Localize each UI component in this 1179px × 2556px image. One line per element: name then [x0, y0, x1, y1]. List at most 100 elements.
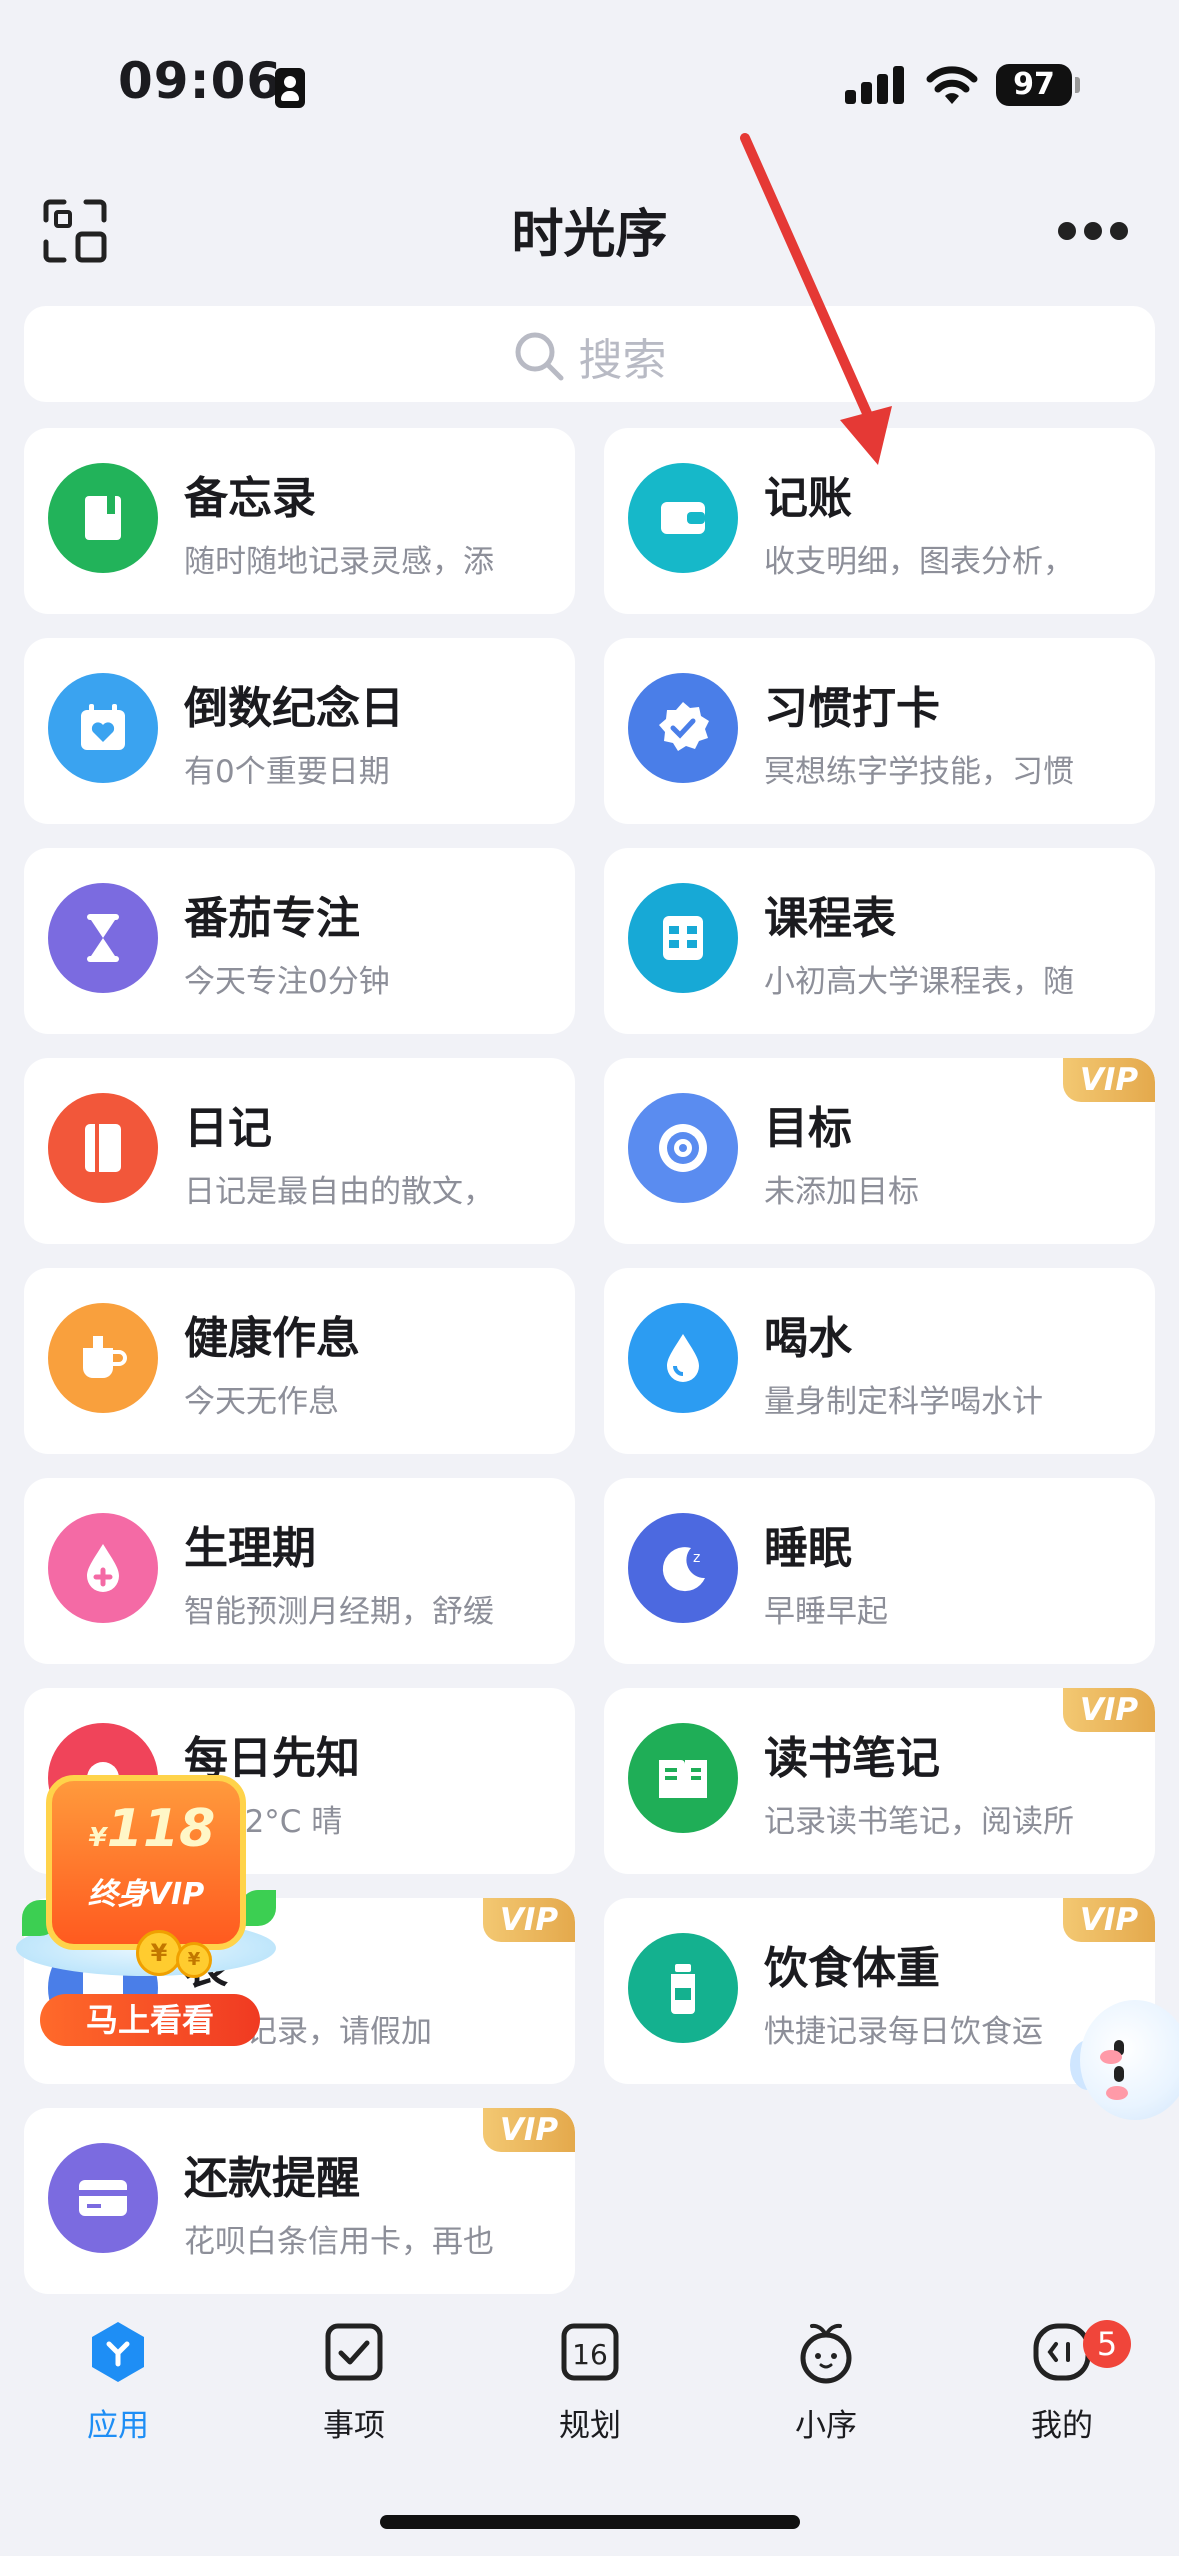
app-card-title: 日记 [184, 1103, 272, 1154]
mascot-icon [800, 2323, 852, 2384]
badge-check-icon [628, 673, 738, 783]
coin-icon: ¥ [176, 1942, 212, 1978]
app-card-description: 今天无作息 [184, 1384, 339, 1420]
app-card-description: 量身制定科学喝水计 [764, 1384, 1043, 1420]
app-card-title: 生理期 [184, 1523, 316, 1574]
timetable-icon [628, 883, 738, 993]
bottle-icon [628, 1933, 738, 2043]
diary-icon [48, 1093, 158, 1203]
calendar-16-icon: 16 [561, 2323, 619, 2381]
app-card-description: 今天专注0分钟 [184, 964, 390, 1000]
svg-text:16: 16 [572, 2338, 608, 2371]
app-header: 时光序 [0, 170, 1179, 290]
checkbox-icon [325, 2323, 383, 2381]
home-indicator [380, 2515, 800, 2529]
app-card-description: 早睡早起 [764, 1594, 888, 1630]
app-card-title: 倒数纪念日 [184, 683, 404, 734]
tab-label: 事项 [323, 2408, 385, 2444]
tab-label: 规划 [559, 2408, 621, 2444]
app-card-title: 喝水 [764, 1313, 852, 1364]
memo-icon [48, 463, 158, 573]
search-icon [515, 332, 563, 381]
search-placeholder: 搜索 [578, 335, 667, 386]
coin-icon: ¥ [136, 1930, 182, 1976]
moon-icon: z [628, 1513, 738, 1623]
tab-profile[interactable]: 我的 [944, 2320, 1179, 2470]
app-card-description: 日记是最自由的散文， [184, 1174, 494, 1210]
app-card-title: 饮食体重 [764, 1943, 940, 1994]
app-card-title: 睡眠 [764, 1523, 852, 1574]
status-bar: 09:06 97 [0, 0, 1179, 170]
app-card[interactable]: 生理期智能预测月经期，舒缓 [24, 1478, 575, 1664]
vip-badge: VIP [483, 2108, 575, 2152]
app-card[interactable]: 备忘录随时随地记录灵感，添 [24, 428, 575, 614]
promo-subtitle: 终身VIP [87, 1877, 205, 1912]
app-card-description: 快捷记录每日饮食运 [764, 2014, 1043, 2050]
app-card[interactable]: 番茄专注今天专注0分钟 [24, 848, 575, 1034]
notification-badge: 5 [1083, 2320, 1131, 2368]
status-time: 09:06 [118, 52, 283, 110]
cellular-signal-icon [845, 64, 905, 104]
app-card-description: 随时随地记录灵感，添 [184, 544, 494, 580]
annotation-arrow [740, 133, 892, 465]
tab-tasks[interactable]: 事项 [236, 2320, 472, 2470]
contact-card-icon [275, 68, 305, 108]
vip-badge: VIP [1063, 1058, 1155, 1102]
app-card-description: 花呗白条信用卡，再也 [184, 2224, 494, 2260]
app-card[interactable]: z 睡眠早睡早起 [604, 1478, 1155, 1664]
water-drop-icon [628, 1303, 738, 1413]
app-card[interactable]: 倒数纪念日有0个重要日期 [24, 638, 575, 824]
svg-text:z: z [693, 1550, 700, 1566]
app-card-title: 番茄专注 [184, 893, 360, 944]
hourglass-icon [48, 883, 158, 993]
mascot-eye [1114, 2066, 1124, 2082]
battery-tip [1075, 77, 1080, 93]
cup-icon [48, 1303, 158, 1413]
app-card-title: 读书笔记 [764, 1733, 940, 1784]
vip-badge: VIP [1063, 1898, 1155, 1942]
tab-label: 小序 [795, 2408, 857, 2444]
app-card[interactable]: 喝水量身制定科学喝水计 [604, 1268, 1155, 1454]
mascot-cheek [1106, 2086, 1128, 2100]
tab-apps[interactable]: 应用 [0, 2320, 236, 2470]
promo-price: ¥118 [88, 1799, 216, 1859]
battery-indicator: 97 [996, 64, 1072, 106]
app-card-description: 有0个重要日期 [184, 754, 390, 790]
tab-label: 应用 [87, 2408, 149, 2444]
apps-icon [92, 2322, 144, 2382]
app-card[interactable]: 目标 未添加目标 VIP [604, 1058, 1155, 1244]
mascot-cheek [1100, 2050, 1122, 2064]
app-card-description: 冥想练字学技能，习惯 [764, 754, 1074, 790]
app-card-description: 记录读书笔记，阅读所 [764, 1804, 1074, 1840]
promo-button[interactable]: 马上看看 [40, 1994, 260, 2046]
app-card[interactable]: 习惯打卡冥想练字学技能，习惯 [604, 638, 1155, 824]
search-bar[interactable]: 搜索 [24, 306, 1155, 402]
app-card[interactable]: 课程表 小初高大学课程表，随 [604, 848, 1155, 1034]
app-card[interactable]: 日记日记是最自由的散文， [24, 1058, 575, 1244]
app-card[interactable]: 健康作息 今天无作息 [24, 1268, 575, 1454]
vip-badge: VIP [1063, 1688, 1155, 1732]
app-card-description: 小初高大学课程表，随 [764, 964, 1074, 1000]
tab-assistant[interactable]: 小序 [708, 2320, 944, 2470]
credit-card-icon [48, 2143, 158, 2253]
app-card-title: 还款提醒 [184, 2153, 360, 2204]
app-card-description: 智能预测月经期，舒缓 [184, 1594, 494, 1630]
book-icon [628, 1723, 738, 1833]
target-icon [628, 1093, 738, 1203]
app-card[interactable]: 读书笔记记录读书笔记，阅读所 VIP [604, 1688, 1155, 1874]
promo-card: ¥118 终身VIP [46, 1775, 246, 1950]
vip-badge: VIP [483, 1898, 575, 1942]
app-card-title: 健康作息 [184, 1313, 360, 1364]
app-card-title: 备忘录 [184, 473, 316, 524]
more-icon[interactable] [1058, 222, 1128, 242]
floating-mascot[interactable] [1080, 2000, 1179, 2120]
calendar-heart-icon [48, 673, 158, 783]
tab-planning[interactable]: 16 规划 [472, 2320, 708, 2470]
vip-promo-widget[interactable]: ¥118 终身VIP ¥ ¥ 马上看看 [16, 1770, 276, 2050]
app-card[interactable]: 还款提醒花呗白条信用卡，再也 VIP [24, 2108, 575, 2294]
app-card-title: 习惯打卡 [764, 683, 940, 734]
app-card-title: 目标 [764, 1103, 852, 1154]
tab-label: 我的 [1031, 2408, 1093, 2444]
search-placeholder-row: 搜索 [24, 324, 1155, 388]
app-card-description: 收支明细，图表分析， [764, 544, 1074, 580]
